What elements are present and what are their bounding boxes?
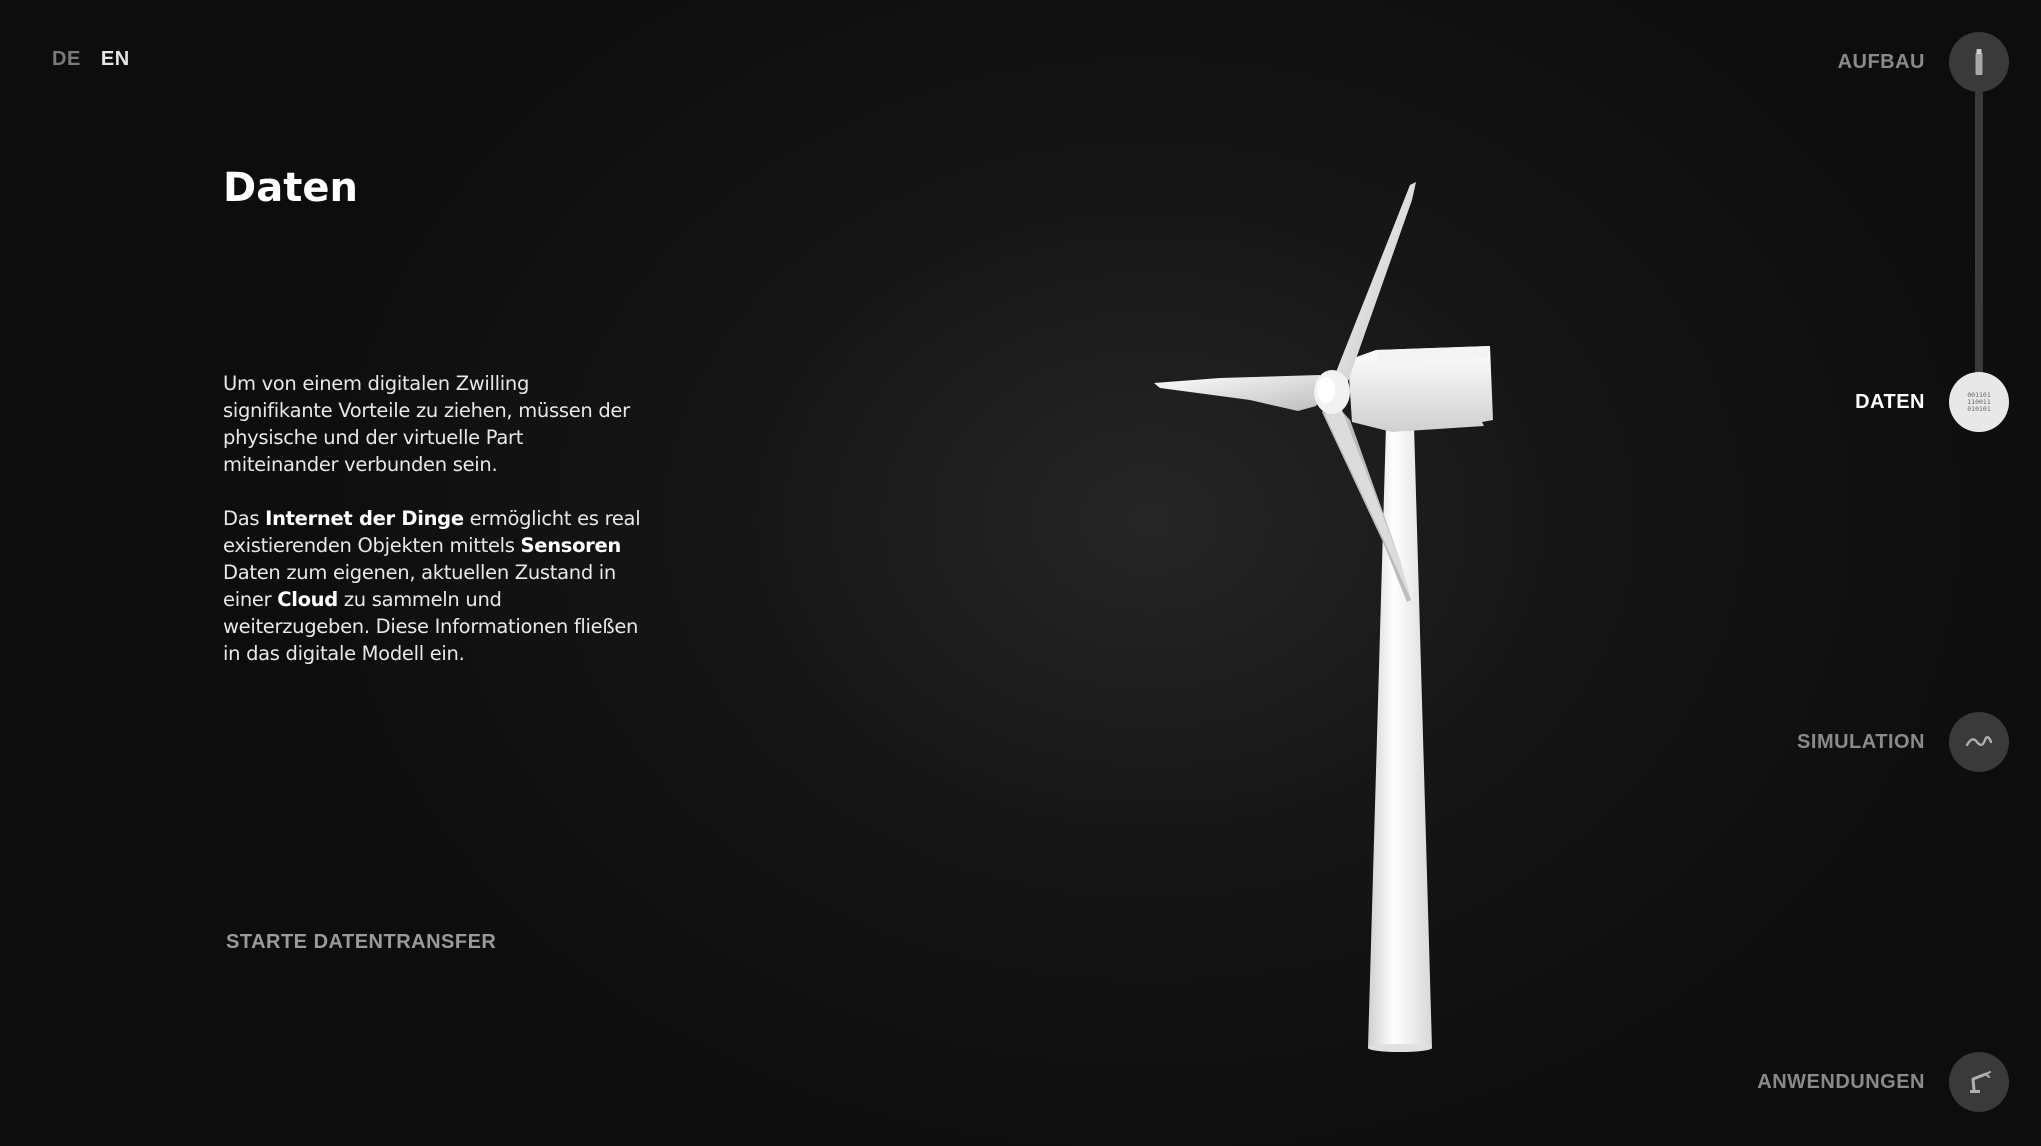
paragraph-1: Um von einem digitalen Zwilling signifik… bbox=[223, 372, 630, 476]
nav-item-aufbau[interactable]: AUFBAU bbox=[1838, 32, 2009, 92]
paragraph-2: Das Internet der Dinge ermöglicht es rea… bbox=[223, 505, 643, 667]
text-segment: Das bbox=[223, 507, 266, 530]
nav-label-anwendungen: ANWENDUNGEN bbox=[1757, 1070, 1925, 1093]
highlight-sensoren: Sensoren bbox=[520, 534, 622, 557]
nav-label-simulation: SIMULATION bbox=[1797, 730, 1925, 753]
highlight-cloud: Cloud bbox=[277, 588, 338, 611]
nav-label-aufbau: AUFBAU bbox=[1837, 50, 1925, 73]
nav-progress-track bbox=[1975, 90, 1983, 380]
binary-line: 010101 bbox=[1967, 405, 1991, 413]
nav-button-anwendungen[interactable] bbox=[1949, 1052, 2009, 1112]
lang-de-button[interactable]: DE bbox=[52, 48, 81, 70]
nav-button-simulation[interactable] bbox=[1949, 712, 2009, 772]
binary-data-icon: 001101 110011 010101 bbox=[1967, 391, 1991, 413]
nav-item-anwendungen[interactable]: ANWENDUNGEN bbox=[1757, 1052, 2009, 1112]
app-stage: DE EN Daten Um von einem digitalen Zwill… bbox=[0, 0, 2041, 1146]
nav-button-daten[interactable]: 001101 110011 010101 bbox=[1949, 372, 2009, 432]
nav-item-simulation[interactable]: SIMULATION bbox=[1797, 712, 2009, 772]
description: Um von einem digitalen Zwilling signifik… bbox=[223, 370, 643, 694]
page-title: Daten bbox=[223, 165, 358, 211]
nav-item-daten[interactable]: DATEN 001101 110011 010101 bbox=[1855, 372, 2009, 432]
robot-arm-icon bbox=[1970, 1071, 1991, 1093]
tower-icon bbox=[1975, 49, 1983, 75]
nav-label-daten: DATEN bbox=[1855, 390, 1925, 413]
start-data-transfer-button[interactable]: STARTE DATENTRANSFER bbox=[226, 931, 496, 954]
turbine-blade-left bbox=[1154, 375, 1325, 411]
highlight-internet-der-dinge: Internet der Dinge bbox=[265, 507, 464, 530]
nav-button-aufbau[interactable] bbox=[1949, 32, 2009, 92]
wave-icon bbox=[1965, 736, 1993, 747]
language-switcher: DE EN bbox=[52, 48, 144, 71]
wind-turbine-model[interactable] bbox=[1100, 160, 1520, 1060]
lang-en-button[interactable]: EN bbox=[101, 48, 130, 70]
